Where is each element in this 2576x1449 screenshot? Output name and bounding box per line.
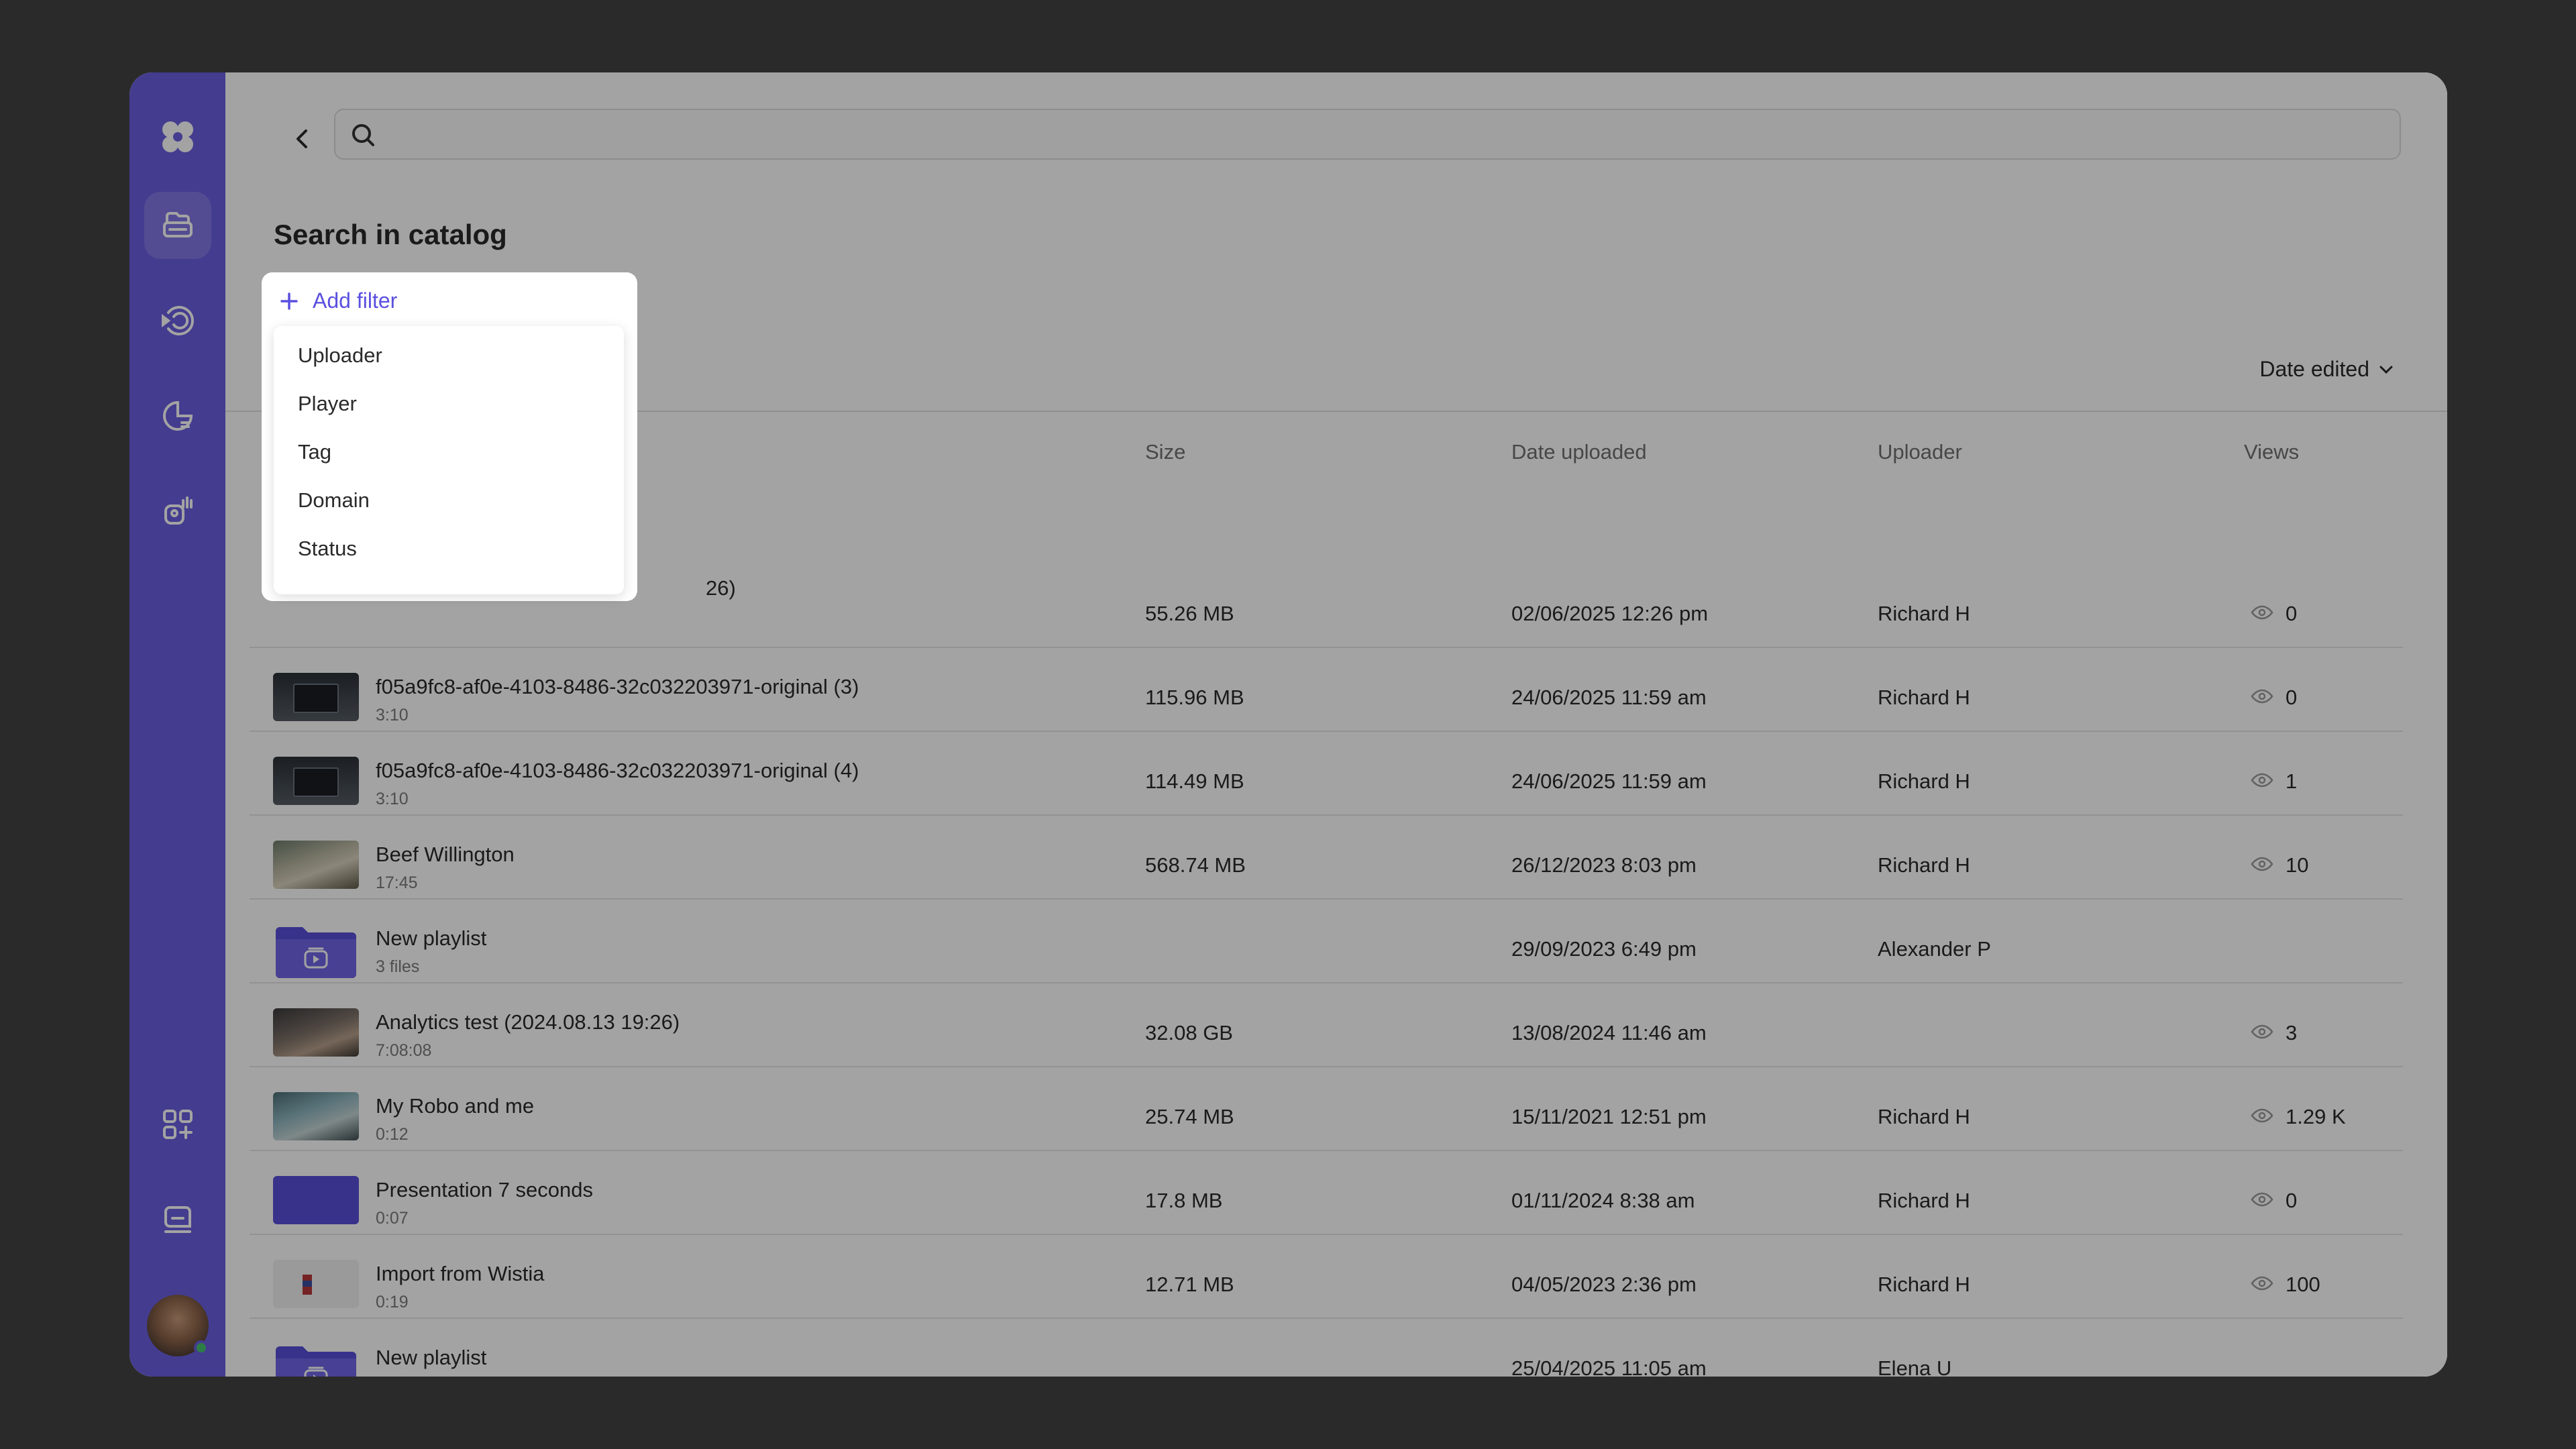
filter-option-domain[interactable]: Domain	[286, 478, 608, 523]
filter-dropdown-menu: Uploader Player Tag Domain Status	[274, 326, 624, 594]
add-filter-button[interactable]: Add filter	[279, 288, 397, 313]
filter-panel: Add filter Uploader Player Tag Domain St…	[262, 272, 637, 601]
app-window: Search in catalog Date edited Size Date …	[129, 72, 2447, 1377]
filter-option-uploader[interactable]: Uploader	[286, 333, 608, 378]
plus-icon	[280, 292, 298, 310]
filter-option-tag[interactable]: Tag	[286, 429, 608, 475]
modal-overlay[interactable]	[129, 72, 2447, 1377]
filter-option-status[interactable]: Status	[286, 526, 608, 572]
filter-option-player[interactable]: Player	[286, 381, 608, 427]
add-filter-label: Add filter	[313, 288, 398, 313]
